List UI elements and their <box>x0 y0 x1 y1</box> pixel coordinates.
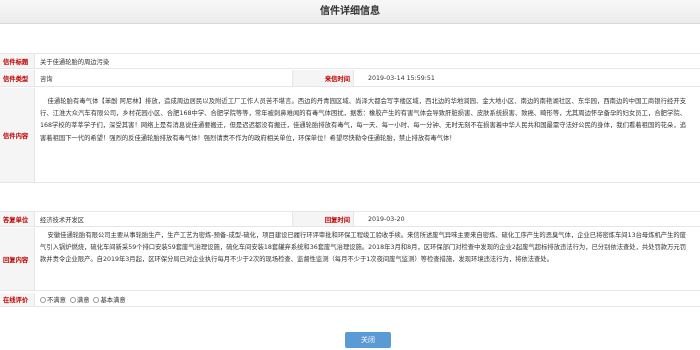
radio-satisfied[interactable]: 满意 <box>69 295 90 304</box>
answer-unit-label: 答复单位 <box>0 212 35 226</box>
reply-content-row: 回复内容 安徽佳通轮胎有限公司主要从事轮胎生产，生产工艺为密炼-预备-成型-硫化… <box>0 228 700 291</box>
reply-content-label: 回复内容 <box>0 228 35 290</box>
reply-time-label: 回复时间 <box>292 212 354 226</box>
radio-circle-icon[interactable] <box>93 296 100 303</box>
letter-title-label: 信件标题 <box>0 54 35 68</box>
radio-circle-icon[interactable] <box>69 296 76 303</box>
reply-time-value: 2019-03-20 <box>368 215 405 223</box>
evaluation-row: 在线评价 不满意 满意 基本满意 <box>0 293 700 307</box>
radio-satisfied-label: 满意 <box>76 297 90 304</box>
letter-title-value: 关于佳通轮胎的周边污染 <box>40 58 110 66</box>
letter-content-label: 信件内容 <box>0 88 35 182</box>
received-time-label: 来信时间 <box>292 70 354 86</box>
letter-title-row: 信件标题 关于佳通轮胎的周边污染 <box>0 53 700 69</box>
page-title: 信件详细信息 <box>0 0 700 24</box>
evaluation-options: 不满意 满意 基本满意 <box>40 293 126 306</box>
radio-circle-icon[interactable] <box>40 296 46 303</box>
letter-content-text: 佳通轮胎有毒气体【苯酚 阿尼林】排放，造成周边居民以及附近工厂工作人员苦不堪言。… <box>40 98 686 142</box>
radio-basically-satisfied[interactable]: 基本满意 <box>93 295 126 304</box>
received-time-value: 2019-03-14 15:59:51 <box>368 74 435 82</box>
radio-basically-satisfied-label: 基本满意 <box>100 297 126 304</box>
letter-type-value: 咨询 <box>40 75 53 83</box>
radio-dissatisfied[interactable]: 不满意 <box>40 295 66 304</box>
letter-content-row: 信件内容 佳通轮胎有毒气体【苯酚 阿尼林】排放，造成周边居民以及附近工厂工作人员… <box>0 88 700 183</box>
answer-unit-value: 经济技术开发区 <box>40 216 85 224</box>
letter-type-label: 信件类型 <box>0 70 35 86</box>
letter-type-row: 信件类型 咨询 来信时间 2019-03-14 15:59:51 <box>0 70 700 87</box>
reply-content-text: 安徽佳通轮胎有限公司主要从事轮胎生产，生产工艺为密炼-预备-成型-硫化，项目建设… <box>40 232 686 263</box>
close-button[interactable]: 关闭 <box>345 332 391 348</box>
answer-unit-row: 答复单位 经济技术开发区 回复时间 2019-03-20 <box>0 211 700 227</box>
evaluation-label: 在线评价 <box>0 293 35 306</box>
radio-dissatisfied-label: 不满意 <box>47 297 66 304</box>
